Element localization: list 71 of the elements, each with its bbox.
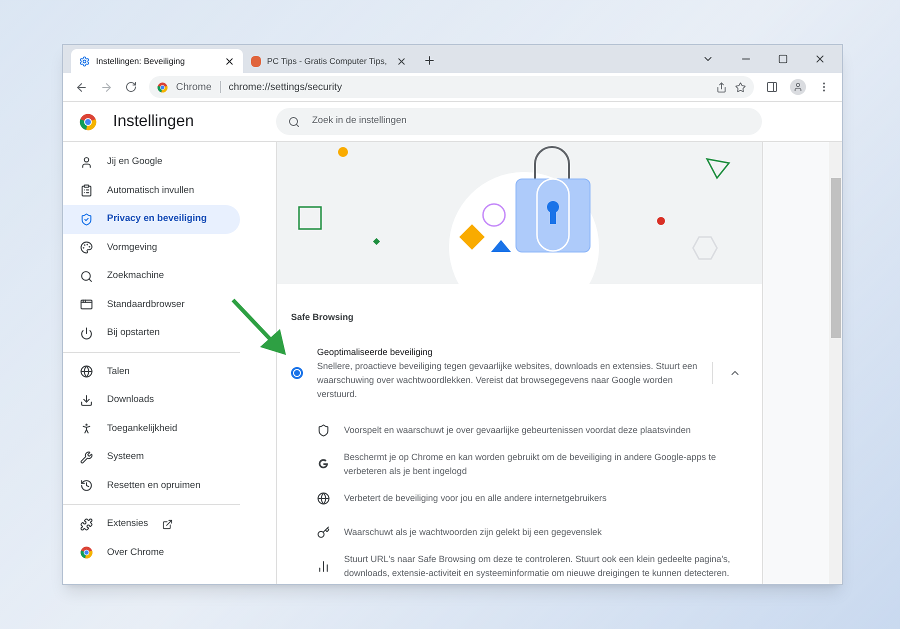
option-description: Snellere, proactieve beveiliging tegen gevaarlijke websites, downloads en extensies. Stuurt een waarschuwing over wachtwoordlekken. Vereist dat browsegegevens naar Google worden verstuurd. [317,360,698,401]
browser-window-icon [80,298,93,312]
side-panel-icon[interactable] [766,81,778,93]
download-icon [80,394,93,407]
clipboard-icon [80,184,93,198]
accessibility-icon [80,422,93,436]
sidebar-item[interactable]: Jij en Google [63,148,240,176]
back-icon[interactable] [75,80,88,94]
feature-text: Waarschuwt als je wachtwoorden zijn gelekt bij een gegevenslek [344,526,602,539]
sidebar-item[interactable]: Resetten en opruimen [63,472,240,500]
page-title: Instellingen [113,112,194,132]
history-icon [80,479,93,492]
address-bar[interactable]: Chrome chrome://settings/security [149,76,754,98]
new-tab-icon[interactable] [423,54,436,67]
globe-icon [80,365,93,378]
sidebar-item[interactable]: Automatisch invullen [63,176,240,205]
tab-title: PC Tips - Gratis Computer Tips, [267,54,388,68]
browser-tab[interactable]: Instellingen: Beveiliging [71,49,243,73]
chrome-logo-icon [79,112,97,130]
person-icon [793,82,803,92]
browser-tab[interactable]: PC Tips - Gratis Computer Tips, [243,49,415,73]
palette-icon [80,241,93,254]
annotation-arrow-icon [230,297,288,357]
feature-text: Verbetert de beveiliging voor jou en alle andere internetgebruikers [344,492,607,505]
wrench-icon [80,450,93,464]
site-label: Chrome [176,80,212,94]
close-icon[interactable] [814,53,826,65]
external-link-icon[interactable] [162,518,174,530]
sidebar-item[interactable]: Talen [63,358,240,386]
sidebar-item[interactable]: Downloads [63,386,240,414]
gear-icon [79,56,90,66]
sidebar-item[interactable]: Toegankelijkheid [63,414,240,443]
reload-icon[interactable] [125,81,137,93]
share-icon[interactable] [716,82,727,92]
maximize-icon[interactable] [778,54,788,64]
star-icon[interactable] [735,82,746,92]
scrollbar-thumb[interactable] [830,178,840,338]
chrome-icon [80,546,93,560]
search-icon [288,116,300,128]
key-icon [317,526,330,538]
person-icon [80,156,93,169]
feature-text: Beschermt je op Chrome en kan worden gebruikt om de beveiliging in andere Google-apps te verbeteren als je bent ingelogd [344,451,717,478]
favicon-icon [251,56,261,66]
sidebar-item[interactable]: Systeem [63,443,240,472]
power-icon [80,326,93,340]
sidebar-item[interactable]: Bij opstarten [63,319,240,348]
feature-text: Voorspelt en waarschuwt je over gevaarlijke gebeurtenissen voordat deze plaatsvinden [344,424,691,437]
sidebar-item[interactable]: Extensies [63,510,240,538]
search-input[interactable]: Zoek in de instellingen [312,114,750,129]
puzzle-icon [80,518,93,531]
sidebar-item[interactable]: Over Chrome [63,538,240,567]
chrome-logo-icon [157,82,168,92]
profile-avatar[interactable] [790,79,806,95]
sidebar-item[interactable]: Vormgeving [63,234,240,262]
feature-text: Stuurt URL's naar Safe Browsing om deze te controleren. Stuurt ook een klein gedeelte pagina's, downloads, extensie-activiteit en systeeminformatie om nieuwe dreigingen te kunnen detecteren. [344,553,732,580]
shield-icon [80,212,93,226]
sidebar-item[interactable]: Standaardbrowser [63,290,240,319]
bar-chart-icon [317,560,330,572]
url-text: chrome://settings/security [228,80,343,94]
search-field[interactable]: Zoek in de instellingen [276,108,762,135]
close-icon[interactable] [396,56,407,66]
shield-icon [317,424,330,436]
sidebar-item[interactable]: Privacy en beveiliging [63,205,240,234]
search-icon [80,270,93,283]
globe-icon [317,492,330,504]
radio-button[interactable] [291,367,303,380]
close-icon[interactable] [224,56,235,66]
sidebar-item[interactable]: Zoekmachine [63,262,240,290]
option-title: Geoptimaliseerde beveiliging [317,346,434,359]
tab-title: Instellingen: Beveiliging [96,54,186,68]
section-heading: Safe Browsing [291,311,355,324]
